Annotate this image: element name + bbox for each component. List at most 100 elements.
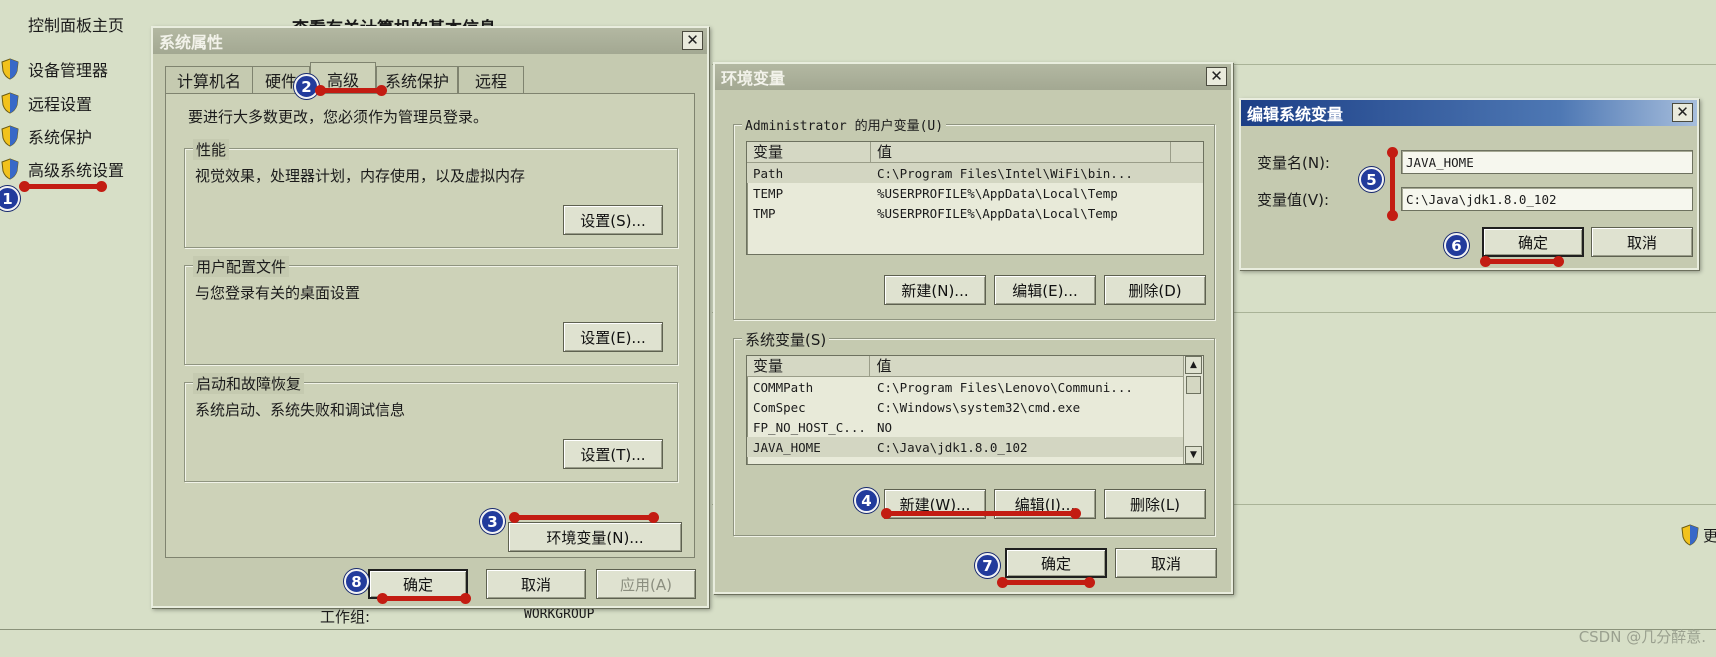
scroll-thumb[interactable] <box>1186 376 1201 394</box>
tab-computer-name[interactable]: 计算机名 <box>165 66 253 93</box>
variable-value: C:\Program Files\Intel\WiFi\bin... <box>877 165 1133 181</box>
system-delete-button[interactable]: 删除(L) <box>1104 489 1206 519</box>
page-title: 查看有关计算机的基本信息 <box>292 14 496 26</box>
cp-link-remote-settings[interactable]: 远程设置 <box>0 90 92 116</box>
field-value: JAVA_HOME <box>1406 154 1474 170</box>
list-item[interactable]: TMP %USERPROFILE%\AppData\Local\Temp <box>747 203 1203 223</box>
apply-button[interactable]: 应用(A) <box>596 569 696 599</box>
tab-label: 高级 <box>326 70 359 90</box>
list-item[interactable]: FP_NO_HOST_C... NO <box>747 417 1183 437</box>
variable-value: %USERPROFILE%\AppData\Local\Temp <box>877 205 1118 221</box>
cp-link-system-protection[interactable]: 系统保护 <box>0 123 92 149</box>
divider <box>0 629 1716 630</box>
tab-label: 硬件 <box>264 72 297 91</box>
watermark: CSDN @几分醉意. <box>1578 628 1706 646</box>
highlight-line <box>881 508 1081 519</box>
performance-settings-button[interactable]: 设置(S)... <box>563 205 663 235</box>
step-marker-5: 5 <box>1359 167 1384 192</box>
dialog-title: 系统属性 <box>159 33 224 52</box>
user-delete-button[interactable]: 删除(D) <box>1104 275 1206 305</box>
performance-group: 性能 视觉效果，处理器计划，内存使用，以及虚拟内存 设置(S)... <box>184 139 678 248</box>
cancel-button[interactable]: 取消 <box>486 569 586 599</box>
title-bar: 编辑系统变量 ✕ <box>1241 100 1697 126</box>
field-value: C:\Java\jdk1.8.0_102 <box>1406 191 1557 207</box>
highlight-line <box>509 512 659 523</box>
change-settings-link[interactable]: 更 <box>1680 524 1716 546</box>
list-item[interactable]: ComSpec C:\Windows\system32\cmd.exe <box>747 397 1183 417</box>
list-item[interactable]: COMMPath C:\Program Files\Lenovo\Communi.… <box>747 377 1183 397</box>
cp-link-label: 高级系统设置 <box>28 161 125 180</box>
list-item[interactable]: JAVA_HOME C:\Java\jdk1.8.0_102 <box>747 437 1183 457</box>
user-new-button[interactable]: 新建(N)... <box>884 275 986 305</box>
cp-link-advanced-settings[interactable]: 高级系统设置 <box>0 156 124 182</box>
dialog-title: 编辑系统变量 <box>1247 105 1344 124</box>
variable-name-field[interactable]: JAVA_HOME <box>1401 150 1693 174</box>
ok-button[interactable]: 确定 <box>1005 548 1107 578</box>
button-label: 确定 <box>1517 233 1548 252</box>
variable-value-field[interactable]: C:\Java\jdk1.8.0_102 <box>1401 187 1693 211</box>
variable-name: TMP <box>753 205 776 221</box>
step-marker-6: 6 <box>1444 233 1469 258</box>
list-item[interactable]: Path C:\Program Files\Intel\WiFi\bin... <box>747 163 1203 183</box>
group-description: 与您登录有关的桌面设置 <box>195 284 361 302</box>
cancel-button[interactable]: 取消 <box>1591 227 1693 257</box>
change-settings-label: 更 <box>1703 526 1716 545</box>
title-bar: 系统属性 ✕ <box>153 28 707 54</box>
user-variables-group: Administrator 的用户变量(U) 变量 值 Path C:\Progr… <box>733 115 1215 320</box>
variable-value: C:\Java\jdk1.8.0_102 <box>877 439 1028 455</box>
tab-label: 远程 <box>474 72 507 91</box>
user-variables-list[interactable]: 变量 值 Path C:\Program Files\Intel\WiFi\bin… <box>746 141 1204 255</box>
edit-system-variable-dialog: 编辑系统变量 ✕ 变量名(N): JAVA_HOME 变量值(V): C:\Ja… <box>1239 98 1699 270</box>
list-header: 变量 值 <box>747 356 1183 377</box>
system-properties-dialog: 系统属性 ✕ 计算机名 硬件 高级 系统保护 远程 要进行大多数更改，您必须作为… <box>151 26 709 608</box>
environment-variables-button[interactable]: 环境变量(N)... <box>508 522 682 552</box>
step-marker-8: 8 <box>344 569 369 594</box>
variable-name: COMMPath <box>753 379 814 395</box>
user-profiles-group: 用户配置文件 与您登录有关的桌面设置 设置(E)... <box>184 256 678 365</box>
cp-link-label: 系统保护 <box>28 128 93 147</box>
button-label: 删除(D) <box>1128 281 1182 300</box>
variable-name: ComSpec <box>753 399 806 415</box>
variable-name-label: 变量名(N): <box>1257 154 1330 172</box>
variable-name: TEMP <box>753 185 784 201</box>
variable-value-label: 变量值(V): <box>1257 191 1330 209</box>
dialog-title: 环境变量 <box>721 69 786 88</box>
startup-recovery-settings-button[interactable]: 设置(T)... <box>563 439 663 469</box>
close-button[interactable]: ✕ <box>682 31 703 50</box>
close-button[interactable]: ✕ <box>1206 67 1227 86</box>
group-description: 视觉效果，处理器计划，内存使用，以及虚拟内存 <box>195 167 526 185</box>
close-icon: ✕ <box>1210 67 1223 85</box>
close-button[interactable]: ✕ <box>1672 103 1693 122</box>
tab-system-protection[interactable]: 系统保护 <box>376 66 458 93</box>
shield-icon <box>1 92 19 114</box>
group-title: 系统变量(S) <box>742 329 830 350</box>
scroll-up-arrow[interactable]: ▲ <box>1185 356 1202 374</box>
variable-value: %USERPROFILE%\AppData\Local\Temp <box>877 185 1118 201</box>
ok-button[interactable]: 确定 <box>1482 227 1584 257</box>
user-edit-button[interactable]: 编辑(E)... <box>994 275 1096 305</box>
column-header-variable[interactable]: 变量 <box>747 356 871 376</box>
cp-link-device-manager[interactable]: 设备管理器 <box>0 56 108 82</box>
button-label: 设置(E)... <box>580 328 646 347</box>
column-header-value[interactable]: 值 <box>871 142 1171 162</box>
user-profiles-settings-button[interactable]: 设置(E)... <box>563 322 663 352</box>
step-marker-4: 4 <box>854 488 879 513</box>
button-label: 取消 <box>1626 233 1657 252</box>
variable-value: C:\Windows\system32\cmd.exe <box>877 399 1081 415</box>
variable-value: NO <box>877 419 893 435</box>
tab-remote[interactable]: 远程 <box>458 66 524 93</box>
column-header-variable[interactable]: 变量 <box>747 142 871 162</box>
cancel-button[interactable]: 取消 <box>1115 548 1217 578</box>
variable-name: FP_NO_HOST_C... <box>753 419 866 435</box>
group-title: 用户配置文件 <box>193 256 290 277</box>
arrow-down-icon: ▼ <box>1190 450 1197 460</box>
scroll-down-arrow[interactable]: ▼ <box>1185 446 1202 464</box>
highlight-line <box>1480 256 1564 267</box>
list-item[interactable]: TEMP %USERPROFILE%\AppData\Local\Temp <box>747 183 1203 203</box>
button-label: 确定 <box>1040 554 1071 573</box>
system-variables-list[interactable]: 变量 值 COMMPath C:\Program Files\Lenovo\Com… <box>746 355 1204 465</box>
highlight-line <box>315 85 387 96</box>
column-header-value[interactable]: 值 <box>870 356 1183 376</box>
control-panel-home-link[interactable]: 控制面板主页 <box>28 12 124 36</box>
scrollbar[interactable]: ▲ ▼ <box>1183 356 1203 464</box>
